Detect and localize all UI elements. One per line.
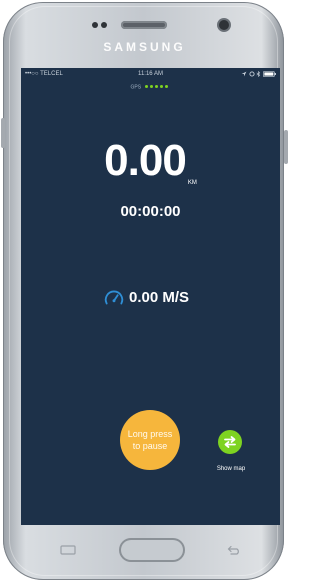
gps-signal-dot: [160, 85, 164, 88]
gps-signal-dot: [145, 85, 149, 88]
app-screen: •••○○ TELCEL 11:16 AM GPS 0.00 KM 00:00:0…: [21, 68, 280, 525]
show-map-label: Show map: [216, 466, 246, 472]
gps-signal-dots: [145, 84, 170, 90]
sensor-dot: [92, 22, 98, 28]
distance-unit: KM: [187, 180, 197, 186]
show-map-button[interactable]: [218, 430, 242, 454]
gps-signal-dot: [150, 85, 154, 88]
status-bar: •••○○ TELCEL 11:16 AM: [21, 68, 280, 80]
pause-button[interactable]: Long press to pause: [120, 410, 180, 470]
front-camera: [219, 20, 229, 30]
speed-display: 0.00 M/S: [103, 287, 189, 309]
recent-apps-icon: [60, 545, 76, 555]
speedometer-icon: [104, 290, 124, 305]
sensor-dot: [101, 22, 107, 28]
location-arrow-icon: [241, 71, 247, 77]
pause-button-label: Long press to pause: [127, 429, 173, 451]
bluetooth-icon: [256, 70, 261, 78]
swap-arrows-icon: [224, 436, 236, 448]
battery-icon: [263, 71, 276, 77]
gps-signal-dot: [165, 85, 169, 88]
gps-signal-dot: [155, 85, 159, 88]
gps-indicator: GPS: [21, 84, 280, 90]
distance-display: 0.00 KM: [21, 136, 280, 186]
alarm-icon: [249, 71, 255, 77]
brand-logo: SAMSUNG: [103, 40, 186, 54]
status-icons: [241, 70, 276, 79]
distance-value: 0.00: [104, 136, 187, 185]
speed-value: 0.00 M/S: [129, 289, 190, 306]
gps-label: GPS: [130, 84, 142, 91]
elapsed-time: 00:00:00: [120, 203, 181, 220]
earpiece-speaker: [121, 21, 167, 29]
power-button: [284, 130, 288, 164]
back-icon: [227, 545, 239, 555]
volume-button: [1, 118, 5, 148]
home-button[interactable]: [119, 538, 185, 562]
